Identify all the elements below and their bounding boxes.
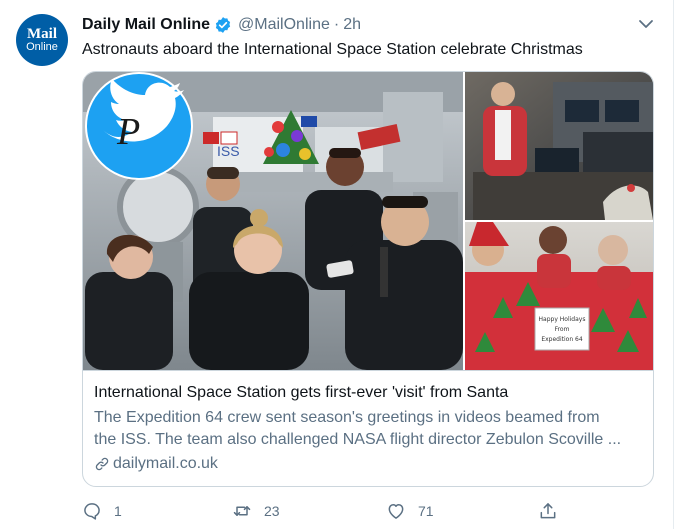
share-icon <box>540 503 556 519</box>
retweet-button[interactable]: 23 <box>232 496 280 526</box>
card-domain: dailymail.co.uk <box>113 455 218 472</box>
share-button[interactable] <box>538 496 558 526</box>
chevron-down-icon[interactable] <box>634 12 658 36</box>
like-count: 71 <box>418 503 434 519</box>
card-description: The Expedition 64 crew sent season's gre… <box>94 407 642 451</box>
svg-text:P: P <box>116 111 140 153</box>
reply-button[interactable]: 1 <box>82 496 122 526</box>
card-body[interactable]: International Space Station gets first-e… <box>83 370 653 486</box>
card-description-line1: The Expedition 64 crew sent season's gre… <box>94 409 600 426</box>
iss-sign: ISS <box>217 143 240 159</box>
retweet-count: 23 <box>264 503 280 519</box>
retweet-icon <box>233 506 251 516</box>
like-button[interactable]: 71 <box>386 496 434 526</box>
avatar-text-online: Online <box>26 40 58 53</box>
link-card[interactable]: ISS P Happy Holidays From Expedition 64 … <box>82 71 654 487</box>
link-icon <box>95 457 109 471</box>
header-separator: · <box>333 16 340 33</box>
holiday-sign: Happy Holidays From Expedition 64 <box>534 307 590 351</box>
verified-badge-icon <box>215 17 231 33</box>
holiday-sign-line3: Expedition 64 <box>541 336 583 343</box>
card-image[interactable]: ISS P Happy Holidays From Expedition 64 <box>83 72 653 370</box>
holiday-sign-line2: From <box>555 326 570 333</box>
holiday-sign-line1: Happy Holidays <box>539 316 586 323</box>
account-handle[interactable]: @MailOnline <box>238 16 330 34</box>
tweet-header: Daily Mail Online @MailOnline · 2h <box>82 14 361 36</box>
card-link[interactable]: dailymail.co.uk <box>94 455 218 473</box>
tweet-timestamp[interactable]: 2h <box>343 16 361 34</box>
avatar-text-mail: Mail <box>27 25 57 42</box>
heart-icon <box>388 504 404 519</box>
card-title[interactable]: International Space Station gets first-e… <box>94 383 508 403</box>
reply-count: 1 <box>114 503 122 519</box>
tweet[interactable]: Mail Online Daily Mail Online @MailOnlin… <box>0 0 674 529</box>
tweet-text: Astronauts aboard the International Spac… <box>82 41 583 58</box>
avatar[interactable]: Mail Online <box>16 14 68 66</box>
tweet-actions: 1 23 71 <box>74 496 574 526</box>
twitter-watermark-icon: P <box>85 72 193 180</box>
card-description-line2: the ISS. The team also challenged NASA f… <box>94 431 622 448</box>
account-name[interactable]: Daily Mail Online <box>82 16 210 34</box>
reply-icon <box>84 503 100 520</box>
